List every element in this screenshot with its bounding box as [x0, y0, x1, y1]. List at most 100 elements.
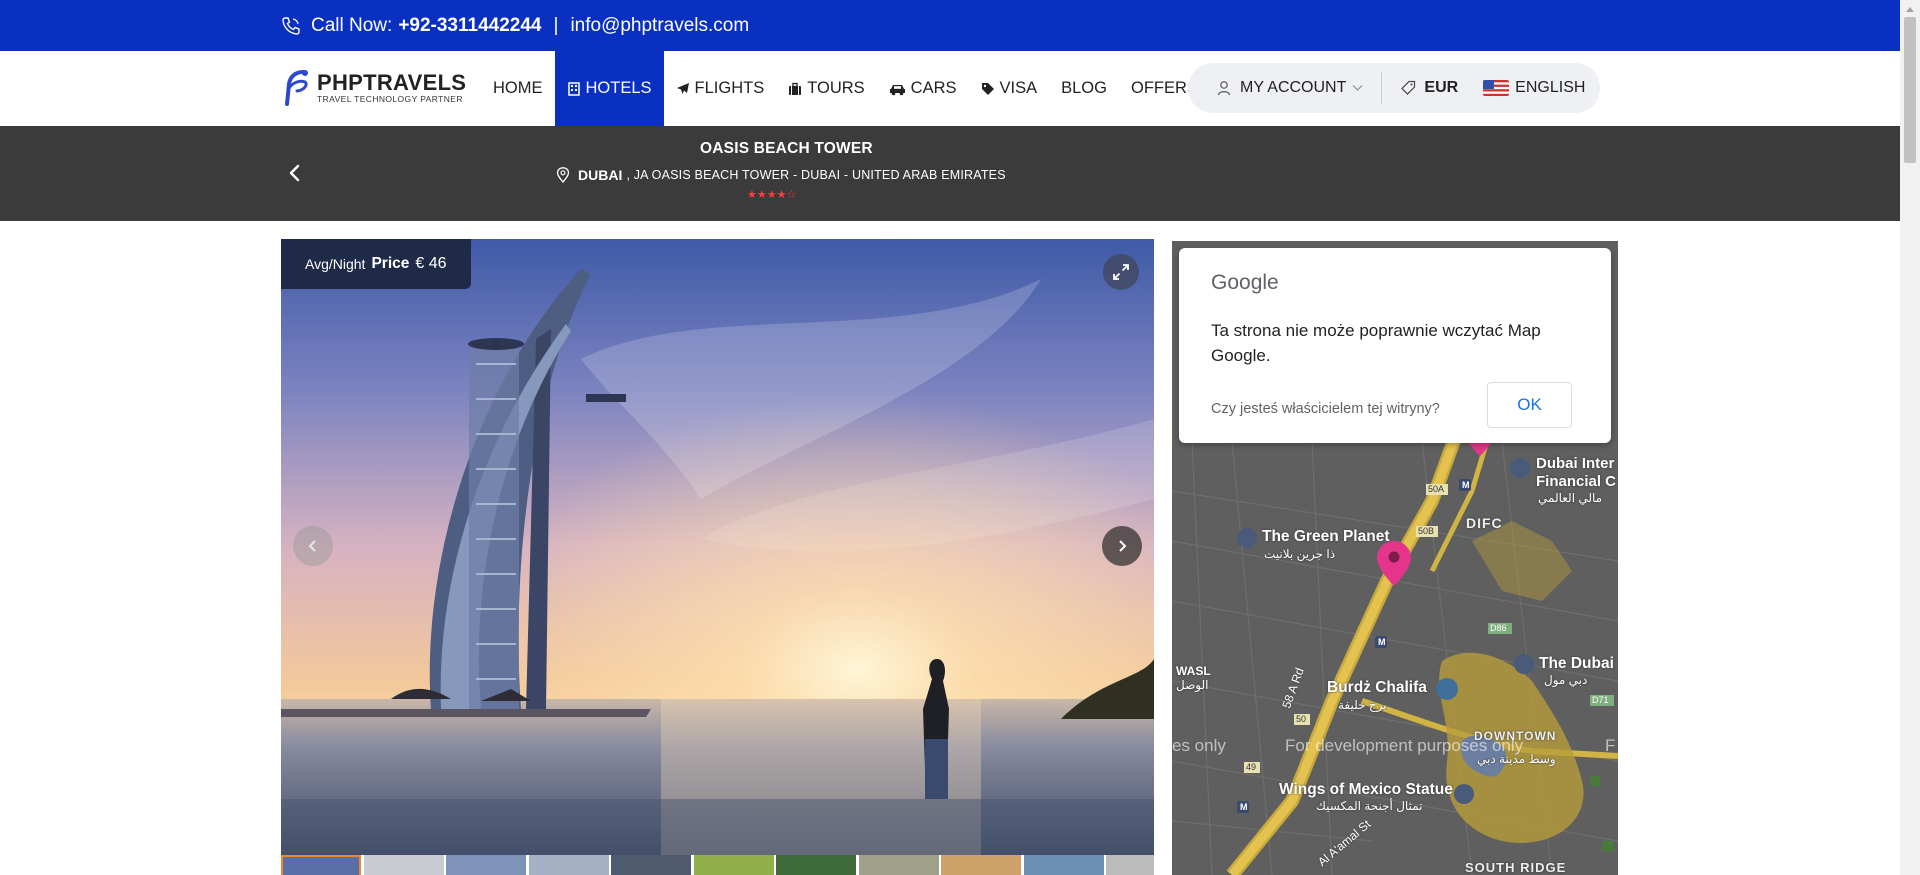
map-label-wasl-ar: الوصل — [1176, 678, 1209, 692]
star-empty-icon: ☆ — [786, 189, 797, 201]
map-label-dubai-intl-ar: مالي العالمي — [1538, 491, 1603, 505]
nav-blog-label: BLOG — [1061, 79, 1107, 97]
map-label-south-ridge: SOUTH RIDGE — [1465, 860, 1567, 875]
currency-label: EUR — [1424, 79, 1459, 96]
nav-tours[interactable]: TOURS — [776, 51, 876, 126]
gallery-thumbnail[interactable] — [941, 855, 1021, 875]
map-label-burj: Burdż Chalifa — [1327, 679, 1427, 696]
us-flag-icon — [1483, 80, 1510, 96]
my-account-dropdown[interactable]: MY ACCOUNT — [1216, 63, 1363, 113]
map-label-50a: 50A — [1428, 484, 1445, 494]
star-filled-icon: ★ — [747, 189, 757, 201]
language-label: ENGLISH — [1515, 79, 1586, 96]
phone-icon — [281, 16, 301, 36]
map-label-50b: 50B — [1418, 526, 1435, 536]
map-label-wings: Wings of Mexico Statue — [1279, 781, 1453, 798]
gallery-thumbnail[interactable] — [776, 855, 856, 875]
nav-menu: HOME HOTELS FLIGHTS TOURS CARS VISA BLOG… — [481, 51, 1210, 126]
hotel-header: OASIS BEACH TOWER DUBAI , JA OASIS BEACH… — [0, 126, 1900, 221]
star-filled-icon: ★ — [766, 189, 777, 201]
hotel-name: OASIS BEACH TOWER — [700, 140, 873, 157]
email-link[interactable]: info@phptravels.com — [570, 15, 749, 37]
language-selector[interactable]: ENGLISH — [1483, 63, 1585, 113]
nav-cars-label: CARS — [910, 79, 957, 97]
gallery-thumbnail[interactable] — [693, 855, 774, 875]
nav-cars[interactable]: CARS — [877, 51, 969, 126]
hotel-rating: ★ ★ ★ ★ ☆ — [747, 189, 796, 201]
gallery-next-button[interactable] — [1102, 526, 1142, 566]
hotel-gallery[interactable]: Avg/Night Price € 46 — [281, 239, 1154, 855]
nav-home[interactable]: HOME — [481, 51, 555, 126]
contact-info: Call Now: +92-3311442244 | info@phptrave… — [281, 0, 749, 51]
expand-icon — [1113, 264, 1129, 280]
logo-subtitle: TRAVEL TECHNOLOGY PARTNER — [317, 94, 463, 104]
contact-separator: | — [553, 14, 559, 36]
map-label-dubai-intl-2: Financial C — [1536, 473, 1617, 490]
map-label-d71: D71 — [1592, 695, 1609, 705]
tag-icon — [981, 82, 995, 96]
nav-hotels-label: HOTELS — [585, 79, 652, 97]
building-icon — [567, 81, 581, 96]
svg-text:M: M — [1462, 480, 1470, 490]
map-label-difc: DIFC — [1466, 515, 1503, 531]
map-label-wings-ar: تمثال أجنحة المكسيك — [1316, 799, 1423, 813]
gallery-thumbnail[interactable] — [446, 855, 526, 875]
gallery-thumbnail[interactable] — [528, 855, 609, 875]
ok-button[interactable]: OK — [1487, 382, 1572, 428]
svg-text:M: M — [1378, 637, 1386, 647]
star-filled-icon: ★ — [776, 189, 787, 201]
map-label-the-dubai-ar: دبي مول — [1544, 673, 1588, 687]
user-icon — [1216, 80, 1232, 96]
page-scrollbar[interactable] — [1900, 0, 1920, 875]
price-label: Price — [371, 255, 410, 272]
account-pill: MY ACCOUNT EUR ENGLISH — [1188, 63, 1600, 113]
gallery-thumbnail[interactable] — [1106, 855, 1154, 875]
price-badge: Avg/Night Price € 46 — [281, 239, 471, 289]
chevron-right-icon — [1119, 540, 1127, 552]
scroll-thumb[interactable] — [1904, 17, 1916, 163]
gallery-thumbnail[interactable] — [611, 855, 691, 875]
main-navbar: PHPTRAVELS TRAVEL TECHNOLOGY PARTNER HOM… — [0, 51, 1900, 126]
currency-selector[interactable]: EUR — [1400, 63, 1458, 113]
fullscreen-button[interactable] — [1103, 254, 1139, 290]
avg-night-label: Avg/Night — [305, 256, 366, 272]
site-owner-question[interactable]: Czy jesteś właścicielem tej witryny? — [1211, 401, 1440, 417]
location-pin-icon — [556, 167, 570, 183]
price-value: € 46 — [415, 255, 447, 272]
gallery-thumbnail[interactable] — [858, 855, 939, 875]
phone-link[interactable]: +92-3311442244 — [398, 15, 541, 37]
gallery-thumbnails — [281, 855, 1154, 875]
google-maps-error-dialog: Google Ta strona nie może poprawnie wczy… — [1179, 248, 1611, 443]
logo[interactable]: PHPTRAVELS TRAVEL TECHNOLOGY PARTNER — [281, 68, 466, 108]
map-label-d86: D86 — [1490, 623, 1507, 633]
nav-flights-label: FLIGHTS — [694, 79, 765, 97]
call-label: Call Now: — [311, 14, 393, 36]
chevron-down-icon — [1352, 84, 1363, 92]
back-button[interactable] — [286, 162, 304, 184]
hotel-city: DUBAI — [578, 167, 623, 183]
chevron-left-icon — [289, 164, 300, 182]
map-label-the-dubai: The Dubai — [1539, 655, 1614, 672]
scroll-up-arrow-icon[interactable] — [1900, 0, 1920, 17]
pill-divider — [1381, 72, 1383, 104]
nav-home-label: HOME — [493, 79, 543, 97]
car-icon — [889, 82, 906, 96]
gallery-thumbnail[interactable] — [1023, 855, 1104, 875]
hotel-map[interactable]: M M M The Green Planet ذا جرين بلانيت DIFC… — [1172, 241, 1618, 875]
nav-flights[interactable]: FLIGHTS — [664, 51, 777, 126]
map-error-message: Ta strona nie może poprawnie wczytać Map… — [1211, 321, 1541, 365]
map-label-50: 50 — [1296, 714, 1307, 724]
hotel-photo — [281, 239, 1154, 855]
plane-icon — [676, 82, 690, 96]
map-watermark-center: For development purposes only — [1285, 736, 1524, 755]
map-label-green-planet-ar: ذا جرين بلانيت — [1264, 547, 1336, 561]
gallery-thumbnail[interactable] — [363, 855, 444, 875]
gallery-prev-button[interactable] — [293, 526, 333, 566]
map-label-burj-ar: برج خليفة — [1338, 698, 1387, 712]
nav-hotels[interactable]: HOTELS — [554, 51, 664, 126]
currency-tag-icon — [1400, 80, 1416, 96]
nav-visa[interactable]: VISA — [969, 51, 1050, 126]
gallery-thumbnail[interactable] — [281, 855, 361, 875]
chevron-left-icon — [308, 540, 316, 552]
nav-blog[interactable]: BLOG — [1049, 51, 1119, 126]
